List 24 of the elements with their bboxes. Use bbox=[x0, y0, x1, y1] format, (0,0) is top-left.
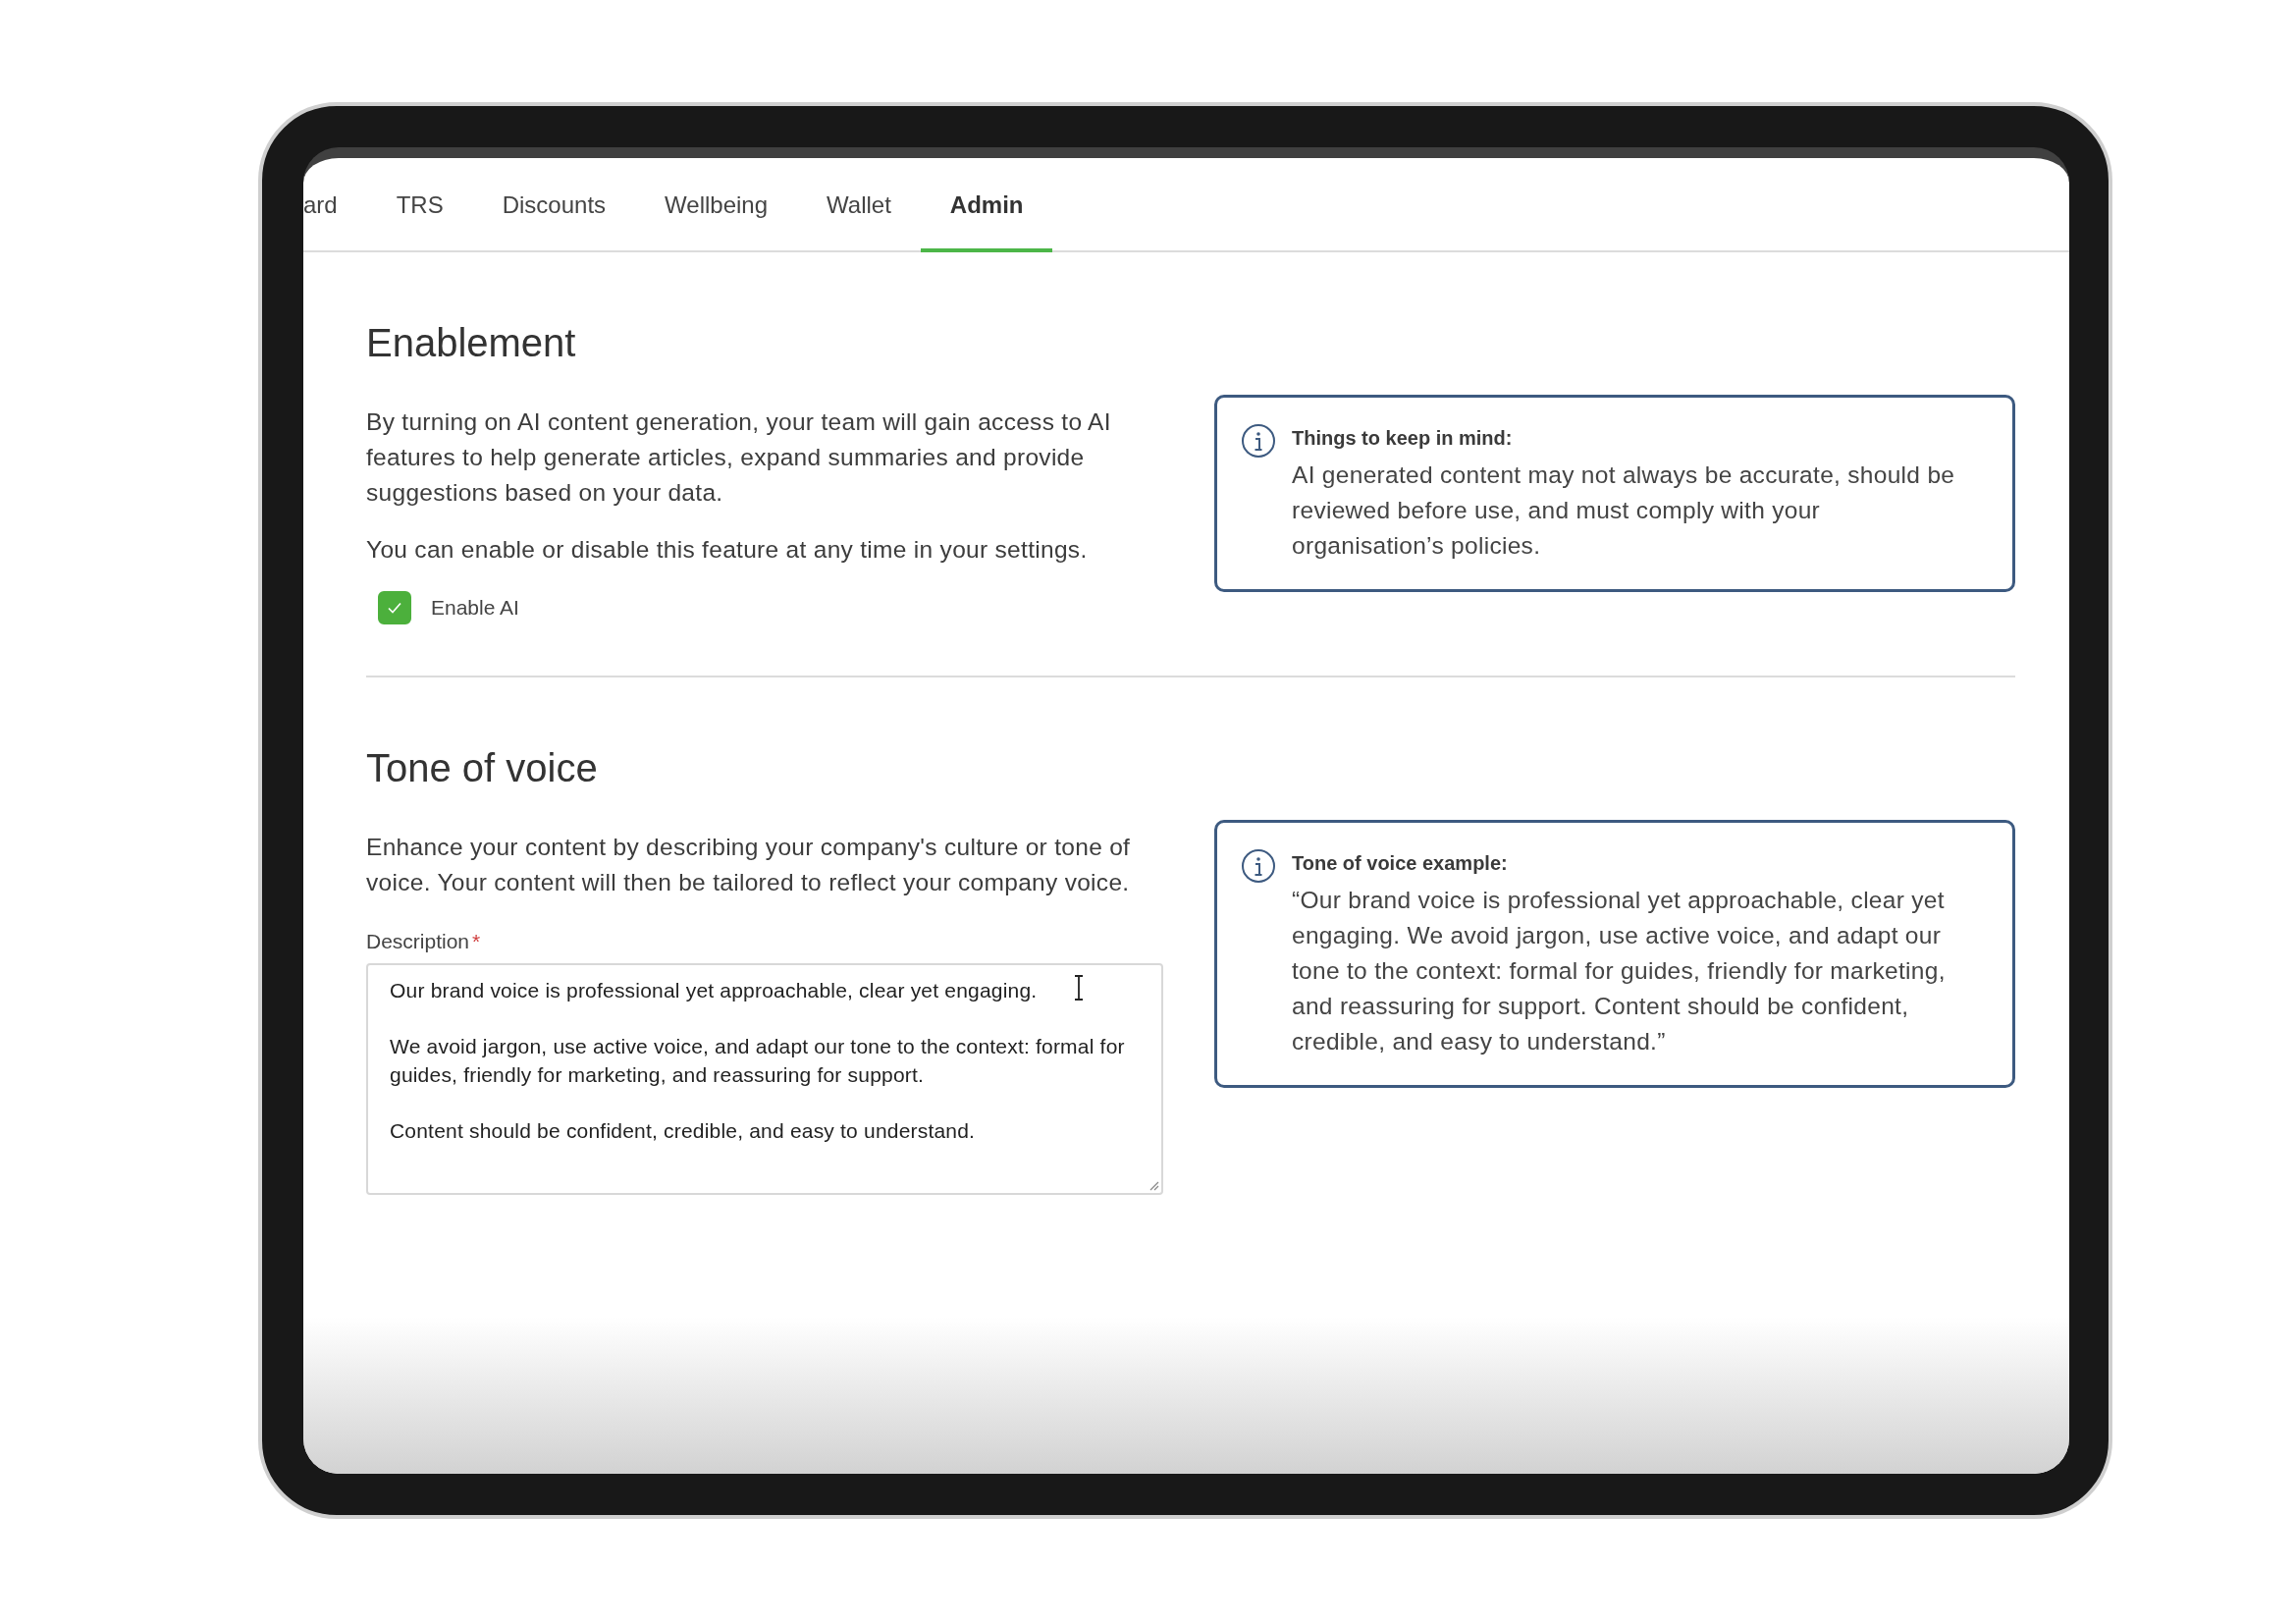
info-title: Tone of voice example: bbox=[1292, 852, 1509, 875]
info-icon bbox=[1241, 423, 1276, 459]
nav-tab[interactable]: TRS bbox=[366, 158, 473, 252]
nav-tab[interactable]: Admin bbox=[920, 158, 1053, 252]
resize-grip-icon[interactable] bbox=[1148, 1179, 1159, 1191]
description-text: By turning on AI content generation, your team will gain access to AI features to help generate articles, expand summaries and provide suggestions based on your data. bbox=[366, 407, 1112, 508]
info-text: “Our brand voice is professional yet approachable, clear yet engaging. We avoid jargon, use active voice, and adapt our tone to the context: formal for guides, friendly for marketing, and reassuring for support. Content should be confident, credible, and easy to understand.” bbox=[1292, 886, 1947, 1056]
description-text: Enhance your content by describing your company's culture or tone of voice. Your content will then be tailored to reflect your company voice. bbox=[366, 833, 1132, 897]
required-mark: * bbox=[472, 930, 481, 953]
nav-tab[interactable]: ard bbox=[303, 158, 367, 252]
nav-tab[interactable]: Wallet bbox=[797, 158, 921, 252]
checkbox-label: Enable AI bbox=[431, 596, 519, 620]
nav-tab[interactable]: Wellbeing bbox=[635, 158, 797, 252]
text-cursor-icon bbox=[1073, 975, 1085, 1001]
info-title: Things to keep in mind: bbox=[1292, 427, 1514, 450]
checkbox[interactable] bbox=[378, 591, 411, 624]
section-heading: Enablement bbox=[366, 321, 577, 365]
info-icon bbox=[1241, 848, 1276, 884]
info-text: AI generated content may not always be accurate, should be reviewed before use, and must comply with your organisation’s policies. bbox=[1292, 460, 1956, 561]
nav-tab[interactable]: Discounts bbox=[472, 158, 636, 252]
field-label: Description bbox=[366, 930, 470, 953]
section-heading: Tone of voice bbox=[366, 746, 599, 790]
description-text: You can enable or disable this feature at any time in your settings. bbox=[366, 535, 1089, 565]
description-field[interactable]: Our brand voice is professional yet approachable, clear yet engaging. We avoid jargon, use active voice, and adapt our tone to the context: formal for guides, friendly for marketing, and reassuring for support. Content should be confident, credible, and easy to understand. bbox=[366, 963, 1163, 1195]
